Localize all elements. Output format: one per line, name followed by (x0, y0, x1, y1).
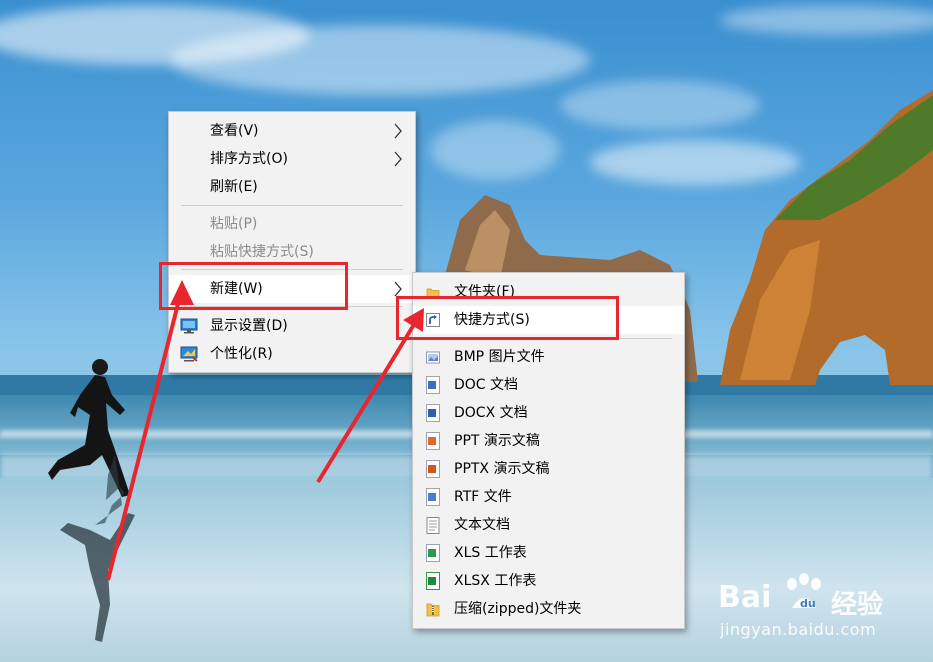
arrow-line-to-new (106, 287, 184, 581)
svg-text:du: du (800, 597, 816, 610)
watermark-brand-right: 经验 (831, 590, 884, 620)
watermark-brand-left: Bai (718, 580, 772, 615)
annotation-arrows (106, 280, 424, 581)
paw-icon: du (787, 573, 821, 610)
arrowhead-new (170, 280, 194, 305)
arrow-line-to-shortcut (316, 316, 420, 484)
watermark-url: jingyan.baidu.com (720, 620, 877, 639)
baidu-watermark: Bai du 经验 jingyan.baidu.com (718, 573, 918, 650)
